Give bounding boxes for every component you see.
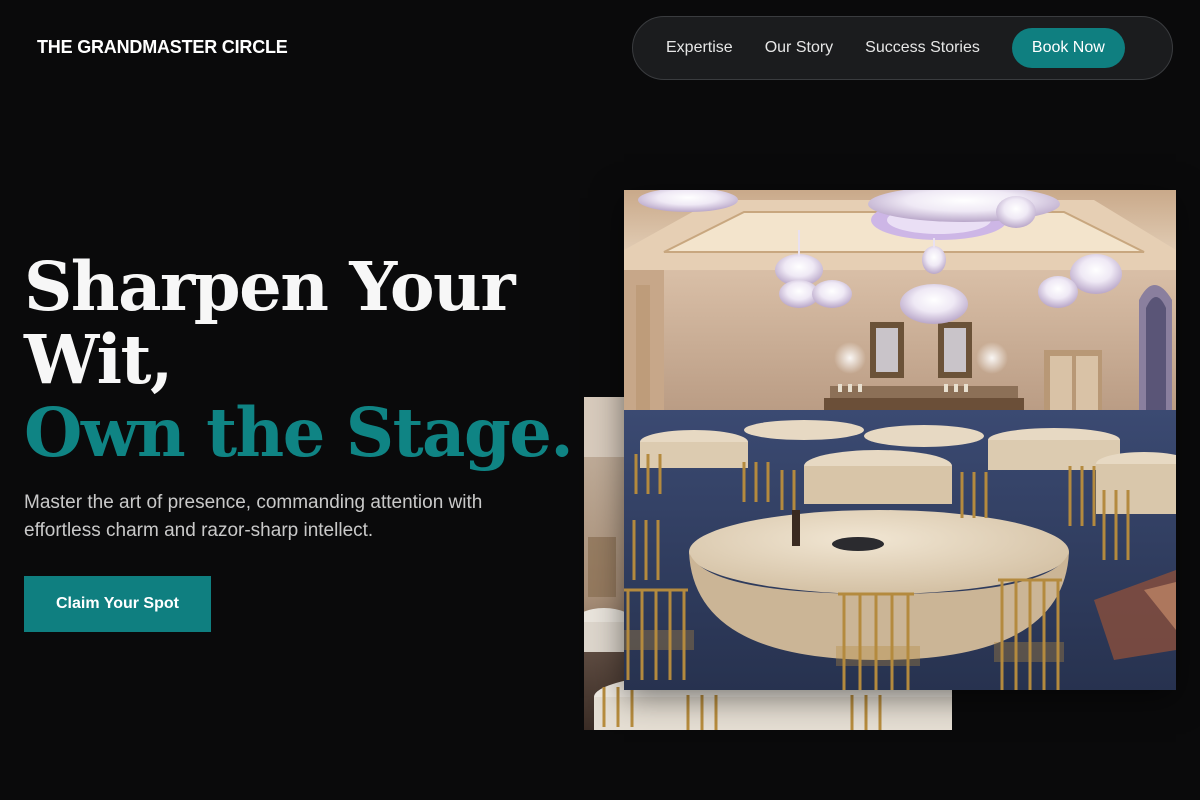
banquet-hall-photo <box>624 190 1176 690</box>
brand-logo[interactable]: THE GRANDMASTER CIRCLE <box>37 37 288 58</box>
nav-link-our-story[interactable]: Our Story <box>765 39 833 57</box>
headline-accent: Own the Stage. <box>24 393 574 472</box>
headline-line-2: Wit, <box>24 320 173 399</box>
top-nav: Expertise Our Story Success Stories Book… <box>632 16 1173 80</box>
landing-page: THE GRANDMASTER CIRCLE Expertise Our Sto… <box>0 0 1200 800</box>
book-now-button[interactable]: Book Now <box>1011 28 1125 68</box>
nav-link-success-stories[interactable]: Success Stories <box>865 39 980 57</box>
headline-line-1: Sharpen Your <box>24 247 516 326</box>
nav-link-expertise[interactable]: Expertise <box>666 39 733 57</box>
claim-your-spot-button[interactable]: Claim Your Spot <box>24 576 211 632</box>
hero-subtitle: Master the art of presence, commanding a… <box>24 492 483 541</box>
hero-headline: Sharpen Your Wit, Own the Stage. <box>24 247 574 472</box>
